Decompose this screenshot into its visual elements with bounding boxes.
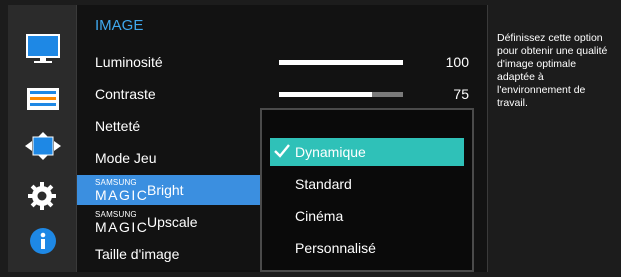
menu-title: IMAGE	[95, 17, 144, 34]
luminosite-slider[interactable]	[279, 60, 403, 65]
help-text: Définissez cette option pour obtenir une…	[497, 32, 608, 109]
sidebar	[8, 5, 77, 272]
contraste-slider[interactable]	[279, 92, 403, 97]
osd-menu: IMAGE Luminosité 100 Contraste 75 Nettet…	[0, 0, 621, 277]
menu-item-label: Luminosité	[95, 54, 163, 70]
menu-item-label: Contraste	[95, 86, 156, 102]
monitor-icon[interactable]	[25, 33, 61, 70]
menu-item-contraste[interactable]: Contraste 75	[77, 79, 487, 109]
samsung-brand-text: SAMSUNG	[95, 210, 137, 219]
menu-item-magic-bright[interactable]: SAMSUNG MAGIC Bright	[77, 175, 262, 205]
checkmark-icon	[274, 144, 290, 161]
menu-item-label: Taille d'image	[95, 246, 180, 262]
magic-upscale-label: SAMSUNG MAGIC Upscale	[95, 210, 198, 237]
magic-brand-text: MAGIC	[95, 219, 149, 235]
magic-bright-options-popup: Dynamique Standard Cinéma Personnalisé	[260, 108, 474, 272]
option-label: Dynamique	[295, 144, 366, 160]
gear-icon[interactable]	[27, 181, 57, 216]
menu-item-suffix: Bright	[147, 182, 184, 198]
menu-item-luminosite[interactable]: Luminosité 100	[77, 47, 487, 77]
option-label: Standard	[295, 176, 352, 192]
contraste-value: 75	[453, 86, 469, 102]
option-dynamique[interactable]: Dynamique	[270, 138, 464, 166]
contraste-slider-fill	[279, 92, 372, 97]
main-menu-panel: IMAGE Luminosité 100 Contraste 75 Nettet…	[76, 5, 488, 272]
luminosite-value: 100	[445, 54, 469, 70]
magic-brand-text: MAGIC	[95, 187, 149, 203]
samsung-brand-text: SAMSUNG	[95, 178, 137, 187]
option-standard[interactable]: Standard	[270, 170, 464, 198]
option-label: Cinéma	[295, 208, 344, 224]
option-cinema[interactable]: Cinéma	[270, 202, 464, 230]
luminosite-slider-fill	[279, 60, 403, 65]
settings-bars-icon[interactable]	[25, 87, 61, 116]
menu-item-label: Netteté	[95, 118, 141, 134]
magic-bright-label: SAMSUNG MAGIC Bright	[95, 178, 184, 205]
menu-item-label: Mode Jeu	[95, 150, 157, 166]
option-personnalise[interactable]: Personnalisé	[270, 234, 464, 262]
option-label: Personnalisé	[295, 240, 376, 256]
info-icon[interactable]	[29, 227, 57, 260]
resize-arrows-icon[interactable]	[25, 132, 61, 165]
menu-item-suffix: Upscale	[147, 214, 198, 230]
